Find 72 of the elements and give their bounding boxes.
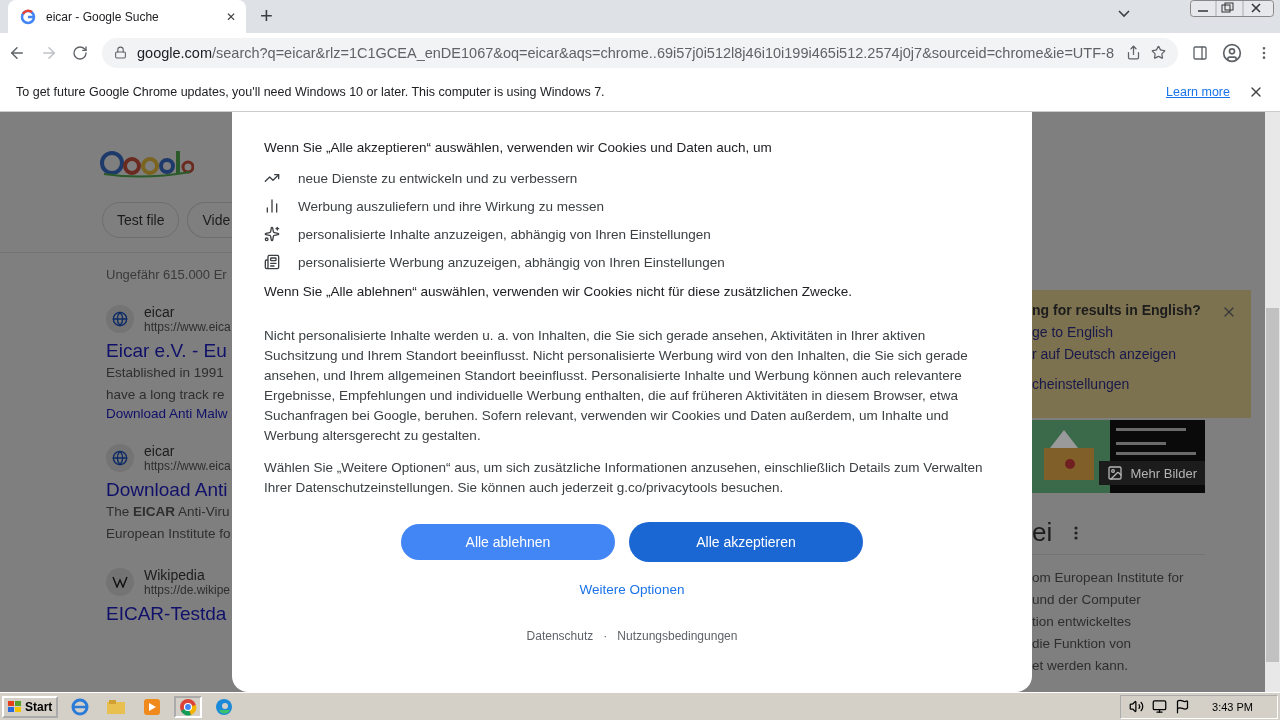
chrome-icon[interactable] bbox=[174, 695, 203, 718]
result-source: eicar bbox=[144, 304, 176, 320]
purpose-text: Werbung auszuliefern und ihre Wirkung zu messen bbox=[298, 198, 604, 214]
panel-title: ei bbox=[1032, 517, 1053, 548]
sparkle-icon bbox=[264, 226, 280, 242]
accept-all-button[interactable]: Alle akzeptieren bbox=[629, 522, 863, 562]
globe-icon bbox=[106, 305, 134, 333]
result-url: https://www.eica bbox=[144, 320, 231, 334]
new-tab-button[interactable]: + bbox=[260, 3, 273, 29]
windows-flag-icon bbox=[8, 700, 22, 713]
language-link[interactable]: r auf Deutsch anzeigen bbox=[1032, 346, 1251, 362]
bar-chart-icon bbox=[264, 198, 280, 214]
more-options-link[interactable]: Weitere Optionen bbox=[579, 582, 685, 597]
result-title-link[interactable]: EICAR-Testda bbox=[106, 603, 232, 625]
result-title-link[interactable]: Download Anti bbox=[106, 479, 232, 501]
footer-link[interactable]: Datenschutz bbox=[526, 629, 594, 643]
purpose-text: personalisierte Inhalte anzuzeigen, abhängig von Ihren Einstellungen bbox=[298, 226, 711, 242]
result-title-link[interactable]: Eicar e.V. - Eu bbox=[106, 340, 232, 362]
footer-link[interactable]: Nutzungsbedingungen bbox=[617, 629, 738, 643]
panel-description: die Funktion von bbox=[1032, 635, 1133, 653]
learn-more-link[interactable]: Learn more bbox=[1166, 84, 1230, 99]
dialog-intro: Wenn Sie „Alle akzeptieren“ auswählen, verwenden wir Cookies und Daten auch, um bbox=[264, 139, 773, 157]
panel-description: und der Computer bbox=[1032, 591, 1142, 609]
result-count: Ungefähr 615.000 Er bbox=[106, 267, 228, 282]
language-link[interactable]: cheinstellungen bbox=[1032, 376, 1251, 392]
result-sitelink[interactable]: Download Anti Malw bbox=[106, 406, 232, 421]
reject-all-button[interactable]: Alle ablehnen bbox=[401, 524, 615, 560]
address-bar[interactable]: google.com/search?q=eicar&rlz=1C1GCEA_enDE1067&oq=eicar&aqs=chrome..69i57j0i512l8j46i10i199i465i512.2574j0j7&sourceid=chrome&ie=UTF-8 bbox=[102, 37, 1178, 68]
window-controls-icon[interactable] bbox=[1190, 0, 1274, 17]
purpose-text: personalisierte Werbung anzuzeigen, abhängig von Ihren Einstellungen bbox=[298, 254, 725, 270]
dialog-paragraph: Wählen Sie „Weitere Optionen“ aus, um sich zusätzliche Informationen anzusehen, einschließlich Details zum Verwalten Ihrer Datenschutzeinstellungen. Sie können auch jederzeit g.co/privacytools besuchen. bbox=[264, 459, 984, 497]
globe-icon bbox=[106, 444, 134, 472]
chevron-down-icon[interactable] bbox=[1118, 10, 1130, 18]
side-panel-icon[interactable] bbox=[1192, 44, 1208, 61]
footer-separator: · bbox=[603, 629, 608, 643]
flag-icon[interactable] bbox=[1175, 699, 1191, 714]
start-button[interactable]: Start bbox=[2, 695, 59, 718]
panel-description: tion entwickeltes bbox=[1032, 613, 1133, 631]
tab-close-button[interactable]: ✕ bbox=[226, 9, 236, 24]
browser-tab[interactable]: eicar - Google Suche ✕ bbox=[8, 0, 246, 33]
decline-note: Wenn Sie „Alle ablehnen“ auswählen, verwenden wir Cookies nicht für diese zusätzlichen Zwecke. bbox=[264, 283, 854, 301]
google-g-icon bbox=[20, 8, 36, 25]
more-options-icon[interactable] bbox=[1074, 525, 1079, 540]
panel-description: om European Institute for bbox=[1032, 569, 1185, 587]
lock-icon bbox=[114, 46, 127, 59]
newspaper-icon bbox=[264, 254, 280, 270]
language-heading: ng for results in English? bbox=[1032, 302, 1201, 318]
result-snippet: The EICAR Anti-Viru bbox=[106, 503, 231, 521]
wikipedia-icon bbox=[106, 568, 134, 596]
result-snippet: have a long track re bbox=[106, 386, 226, 404]
reload-button[interactable] bbox=[72, 44, 88, 61]
dialog-paragraph: Nicht personalisierte Inhalte werden u. a. von Inhalten, die Sie sich gerade ansehen, Aktivitäten in Ihrer aktiven Suchsitzung und Ihrem Standort beeinflusst. Nicht personalisierte Werbung wird von den Inhalten, die Sie sich gerade ansehen, und Ihrem allgemeinen Standort beeinflusst. Personalisierte Inhalte und Werbung können auch relevantere Ergebnisse, Empfehlungen und individuelle Werbung enthalten, die auf früheren Aktivitäten in diesem Browser, etwa Suchanfragen bei Google, beruhen. Sofern relevant, verwenden wir Cookies und Daten außerdem, um Inhalte und Werbung altersgerecht zu gestalten. bbox=[264, 327, 969, 445]
speaker-icon[interactable] bbox=[1129, 699, 1145, 714]
update-message: To get future Google Chrome updates, you'll need Windows 10 or later. This computer is using Windows 7. bbox=[16, 84, 606, 99]
bookmark-star-icon[interactable] bbox=[1151, 45, 1166, 60]
result-source: Wikipedia bbox=[144, 567, 206, 583]
share-icon[interactable] bbox=[1126, 45, 1141, 60]
purpose-text: neue Dienste zu entwickeln und zu verbessern bbox=[298, 170, 578, 186]
panel-description: et werden kann. bbox=[1032, 657, 1130, 675]
scrollbar[interactable] bbox=[1265, 112, 1280, 692]
result-url: https://www.eica bbox=[144, 459, 231, 473]
more-images-button[interactable]: Mehr Bilder bbox=[1098, 461, 1205, 485]
clock: 3:43 PM bbox=[1212, 700, 1253, 713]
network-icon[interactable] bbox=[1152, 699, 1168, 714]
result-snippet: Established in 1991 bbox=[106, 364, 225, 382]
result-url: https://de.wikipe bbox=[144, 583, 231, 597]
profile-icon[interactable] bbox=[1222, 42, 1242, 63]
tab-title: eicar - Google Suche bbox=[46, 9, 160, 24]
result-source: eicar bbox=[144, 443, 176, 459]
result-snippet: European Institute fo bbox=[106, 525, 232, 543]
language-link[interactable]: ge to English bbox=[1032, 324, 1251, 340]
image-icon bbox=[1106, 465, 1123, 481]
